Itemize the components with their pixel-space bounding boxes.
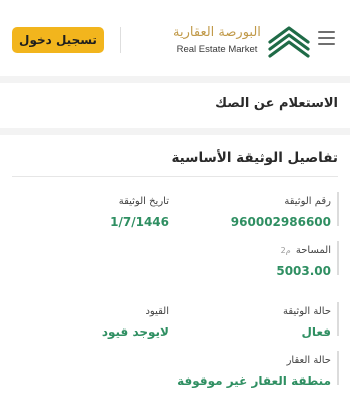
field-document-number: رقم الوثيقة 960002986600 — [231, 195, 331, 230]
app-header: تسجيل دخول البورصة العقارية Real Estate … — [0, 0, 350, 76]
field-label: تاريخ الوثيقة — [118, 196, 169, 207]
brand-name-arabic: البورصة العقارية — [173, 25, 261, 40]
field-document-status: حالة الوثيقة فعال — [283, 305, 331, 340]
area-unit: م2 — [280, 246, 291, 255]
field-label: رقم الوثيقة — [284, 196, 331, 207]
inquiry-card: الاستعلام عن الصك — [0, 83, 350, 128]
header-divider — [120, 27, 121, 53]
field-area: المساحة م2 5003.00 — [276, 244, 331, 279]
field-restrictions: القيود لايوجد قيود — [102, 305, 169, 340]
field-value: فعال — [301, 325, 331, 339]
field-label: حالة العقار — [286, 355, 331, 366]
field-label: القيود — [145, 306, 169, 317]
field-property-status: حالة العقار منطقة العقار غير موقوفة — [177, 354, 331, 389]
field-accent-bar — [337, 241, 339, 275]
field-value: 5003.00 — [276, 264, 331, 278]
field-value: منطقة العقار غير موقوفة — [177, 374, 331, 388]
inquiry-title: الاستعلام عن الصك — [215, 96, 338, 111]
field-value: 1/7/1446 — [110, 215, 169, 229]
field-label: المساحة — [295, 245, 331, 256]
field-accent-bar — [337, 192, 339, 226]
login-button[interactable]: تسجيل دخول — [12, 27, 104, 53]
field-accent-bar — [337, 351, 339, 385]
details-title: تفاصيل الوثيقة الأساسية — [171, 150, 338, 166]
field-label: حالة الوثيقة — [282, 306, 331, 317]
document-details-card: تفاصيل الوثيقة الأساسية رقم الوثيقة 9600… — [0, 135, 350, 406]
field-accent-bar — [337, 302, 339, 336]
brand-logo-icon[interactable] — [266, 20, 312, 60]
field-document-date: تاريخ الوثيقة 1/7/1446 — [110, 195, 169, 230]
field-value: لايوجد قيود — [101, 325, 169, 339]
brand-name-english: Real Estate Market — [176, 44, 258, 55]
menu-icon[interactable] — [318, 31, 335, 45]
details-divider — [12, 176, 338, 177]
field-value: 960002986600 — [230, 215, 331, 229]
